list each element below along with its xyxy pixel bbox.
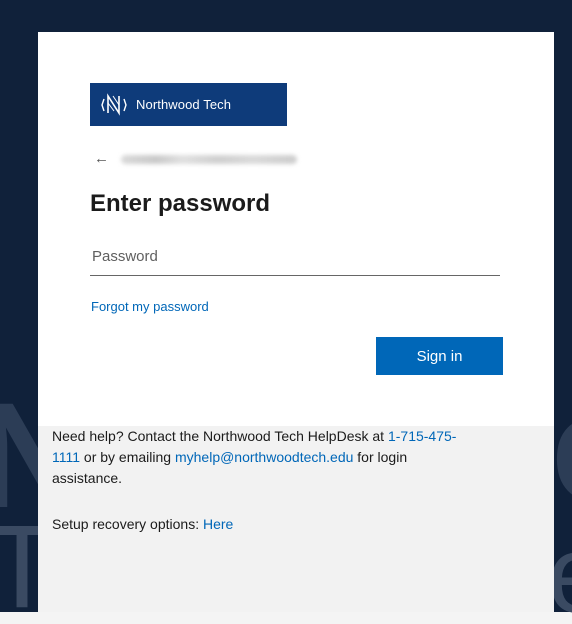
sign-in-button[interactable]: Sign in — [376, 337, 503, 375]
password-input[interactable] — [90, 239, 500, 273]
northwood-logo-icon — [101, 92, 127, 116]
recovery-here-link[interactable]: Here — [203, 516, 233, 532]
account-row: ← — [94, 149, 297, 169]
page-title: Enter password — [90, 190, 271, 217]
password-field-wrapper — [90, 239, 500, 276]
logo-text: Northwood Tech — [136, 97, 232, 112]
help-text-prefix: Need help? Contact the Northwood Tech He… — [52, 428, 388, 444]
help-message: Need help? Contact the Northwood Tech He… — [52, 426, 472, 489]
helpdesk-email-link[interactable]: myhelp@northwoodtech.edu — [175, 449, 353, 465]
recovery-label: Setup recovery options: — [52, 516, 203, 532]
organization-logo: Northwood Tech — [90, 83, 287, 126]
help-text-middle: or by emailing — [80, 449, 175, 465]
background-bottom-strip — [0, 612, 572, 624]
forgot-password-link[interactable]: Forgot my password — [91, 298, 209, 316]
recovery-options: Setup recovery options: Here — [52, 514, 233, 535]
background-watermark-letter: C — [552, 400, 572, 520]
redacted-email — [121, 151, 297, 167]
back-arrow-icon[interactable]: ← — [94, 149, 109, 169]
